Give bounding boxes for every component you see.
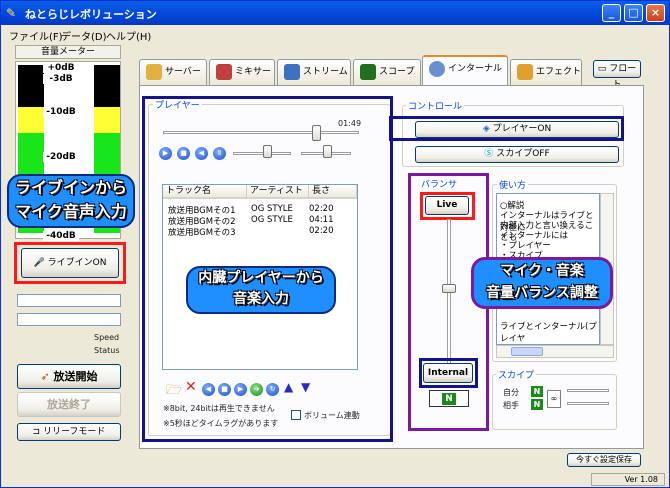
skype-link-icon[interactable]: ∞: [547, 390, 561, 408]
scope-icon: [360, 63, 376, 80]
tab-stream[interactable]: ストリーム: [277, 59, 351, 85]
speaker-icon: [517, 63, 533, 80]
tab-server[interactable]: サーバー: [139, 59, 207, 85]
annotation-line-in: ライブインから マイク音声入力: [7, 174, 135, 228]
skype-partner-label: 相手: [503, 401, 519, 410]
tick-40db: -40dB: [43, 231, 79, 241]
skype-off-button[interactable]: Ⓢ スカイプOFF: [415, 146, 619, 163]
tick-0db: +0dB: [43, 63, 79, 73]
skype-partner-volume[interactable]: [567, 402, 609, 405]
menu-bar: ファイル(F) データ(D) ヘルプ(H): [1, 25, 669, 43]
stop-broadcast-button[interactable]: 放送終了: [17, 392, 121, 417]
cd-icon: [429, 60, 445, 77]
menu-help[interactable]: ヘルプ(H): [106, 28, 151, 43]
close-button[interactable]: ×: [646, 4, 665, 22]
menu-file[interactable]: ファイル(F): [9, 28, 63, 43]
tick-20db: -20dB: [43, 152, 79, 162]
app-window: ✎ ねとらじレボリューション _ □ × ファイル(F) データ(D) ヘルプ(…: [0, 0, 670, 488]
window-title: ねとらじレボリューション: [25, 8, 157, 21]
skype-partner-n-icon[interactable]: N: [531, 399, 543, 410]
speed-field: [17, 294, 121, 307]
skype-self-label: 自分: [503, 388, 519, 397]
usage-hscrollbar[interactable]: [496, 345, 614, 358]
meter-title: 音量メーター: [15, 45, 121, 59]
player-on-highlight: [389, 116, 624, 141]
annotation-player: 内臓プレイヤーから 音楽入力: [186, 266, 336, 314]
relay-icon: ⊐: [32, 427, 41, 437]
menu-data[interactable]: データ(D): [61, 28, 107, 43]
save-settings-button[interactable]: 今すぐ設定保存: [567, 453, 641, 467]
skype-icon: Ⓢ: [484, 149, 494, 159]
skype-group-label: スカイプ: [496, 368, 537, 381]
window-icon: ▭: [597, 64, 607, 74]
tab-scope[interactable]: スコープ: [353, 59, 421, 85]
feather-icon: ➶: [40, 370, 50, 383]
start-broadcast-button[interactable]: ➶ 放送開始: [17, 364, 121, 389]
usage-group-label: 使い方: [497, 178, 529, 191]
speed-label: Speed: [94, 333, 120, 342]
float-button[interactable]: ▭ フロート: [593, 60, 641, 90]
app-icon: ✎: [6, 6, 17, 20]
control-group-label: コントロール: [406, 99, 465, 112]
tick-3db: -3dB: [43, 74, 79, 84]
skype-self-n-icon[interactable]: N: [531, 386, 543, 397]
status-field: [17, 313, 121, 326]
minimize-button[interactable]: _: [602, 4, 621, 22]
tab-mixer[interactable]: ミキサー: [209, 59, 275, 85]
tick-10db: -10dB: [43, 107, 79, 117]
title-bar[interactable]: ✎ ねとらじレボリューション _ □ ×: [1, 1, 669, 25]
relief-mode-button[interactable]: ⊐ リリーフモード: [17, 423, 121, 441]
skype-self-volume[interactable]: [567, 389, 609, 392]
server-icon: [146, 63, 162, 80]
annotation-balance: マイク・音楽 音量バランス調整: [471, 257, 613, 309]
maximize-button[interactable]: □: [624, 4, 643, 22]
tab-effect[interactable]: エフェクト: [510, 59, 582, 85]
tab-internal[interactable]: インターナル: [422, 55, 508, 86]
version-label: Ver 1.08: [591, 473, 665, 486]
status-label: Status: [94, 346, 120, 355]
line-in-highlight: [14, 242, 126, 284]
status-bar: Ver 1.08: [1, 471, 669, 487]
hscroll-thumb[interactable]: [511, 347, 543, 356]
stream-icon: [284, 63, 300, 80]
mixer-icon: [216, 63, 232, 80]
